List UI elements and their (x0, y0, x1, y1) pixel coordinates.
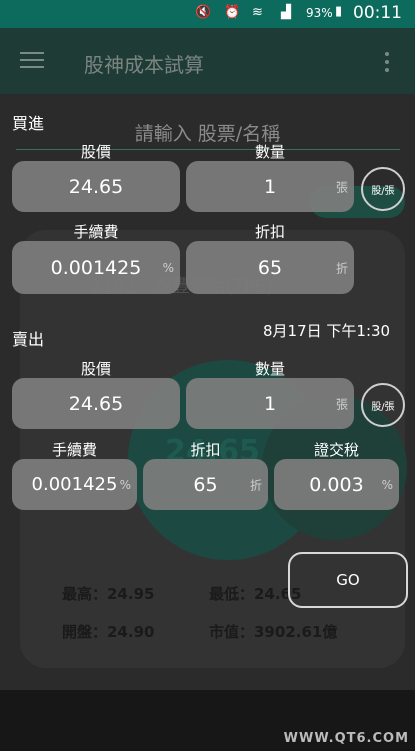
buy-price-value: 24.65 (68, 175, 124, 198)
sell-discount-unit: 折 (249, 478, 262, 492)
buy-discount-value: 65 (257, 256, 283, 279)
stat-high: 最高：24.95 (62, 585, 155, 603)
buy-fee-label: 手續費 (73, 223, 119, 241)
sell-fee-value: 0.001425 (31, 474, 118, 495)
sell-tax-value: 0.003 (309, 473, 364, 496)
watermark: WWW.QT6.COM (283, 731, 409, 746)
buy-qty-field[interactable]: 1 張 (186, 161, 354, 212)
sell-price-label: 股價 (80, 360, 111, 378)
sell-title: 賣出 (12, 330, 45, 349)
app-bar (0, 28, 415, 94)
signal-icon: ▟ (281, 5, 291, 20)
buy-title: 買進 (12, 114, 45, 133)
sell-tax-label: 證交稅 (313, 441, 359, 459)
buy-qty-value: 1 (263, 175, 277, 198)
sell-qty-field[interactable]: 1 張 (186, 378, 354, 429)
buy-fee-field[interactable]: 0.001425 % (12, 241, 180, 294)
wifi-icon: ≋ (252, 5, 263, 20)
buy-fee-value: 0.001425 (50, 256, 142, 279)
go-button[interactable]: GO (288, 552, 408, 608)
buy-discount-unit: 折 (335, 261, 348, 275)
alarm-icon: ⏰ (224, 5, 241, 20)
app-title: 股神成本試算 (84, 53, 204, 77)
stat-open: 開盤：24.90 (62, 623, 155, 641)
buy-price-label: 股價 (80, 143, 111, 161)
menu-icon[interactable] (20, 52, 44, 70)
buy-qty-label: 數量 (254, 143, 285, 161)
sell-qty-unit: 張 (335, 397, 348, 411)
sell-fee-unit: % (119, 477, 131, 492)
buy-qty-unit: 張 (335, 180, 348, 194)
sell-price-field[interactable]: 24.65 (12, 378, 180, 429)
battery-percent: 93% (306, 6, 333, 20)
sell-fee-field[interactable]: 0.001425 % (12, 459, 137, 510)
sell-price-value: 24.65 (68, 392, 124, 415)
more-options-icon[interactable] (385, 52, 389, 76)
sell-unit-toggle-button[interactable]: 股/張 (361, 383, 405, 427)
sell-tax-field[interactable]: 0.003 % (274, 459, 399, 510)
stat-market-cap: 市值：3902.61億 (209, 623, 338, 641)
sell-fee-label: 手續費 (51, 441, 97, 459)
buy-unit-toggle-button[interactable]: 股/張 (361, 167, 405, 211)
clock: 00:11 (353, 3, 402, 23)
buy-discount-field[interactable]: 65 折 (186, 241, 354, 294)
sell-tax-unit: % (381, 477, 393, 492)
mute-icon: 🔇 (195, 5, 212, 20)
status-bar: 🔇 ⏰ ≋ ▟ 93% ▮ 00:11 (0, 0, 415, 28)
buy-discount-label: 折扣 (254, 223, 285, 241)
sell-qty-label: 數量 (254, 360, 285, 378)
sell-discount-label: 折扣 (190, 441, 221, 459)
quote-datetime: 8月17日 下午1:30 (263, 322, 391, 340)
sell-discount-field[interactable]: 65 折 (143, 459, 268, 510)
buy-fee-unit: % (162, 260, 174, 275)
battery-icon: ▮ (335, 4, 343, 19)
sell-qty-value: 1 (263, 392, 277, 415)
buy-price-field[interactable]: 24.65 (12, 161, 180, 212)
